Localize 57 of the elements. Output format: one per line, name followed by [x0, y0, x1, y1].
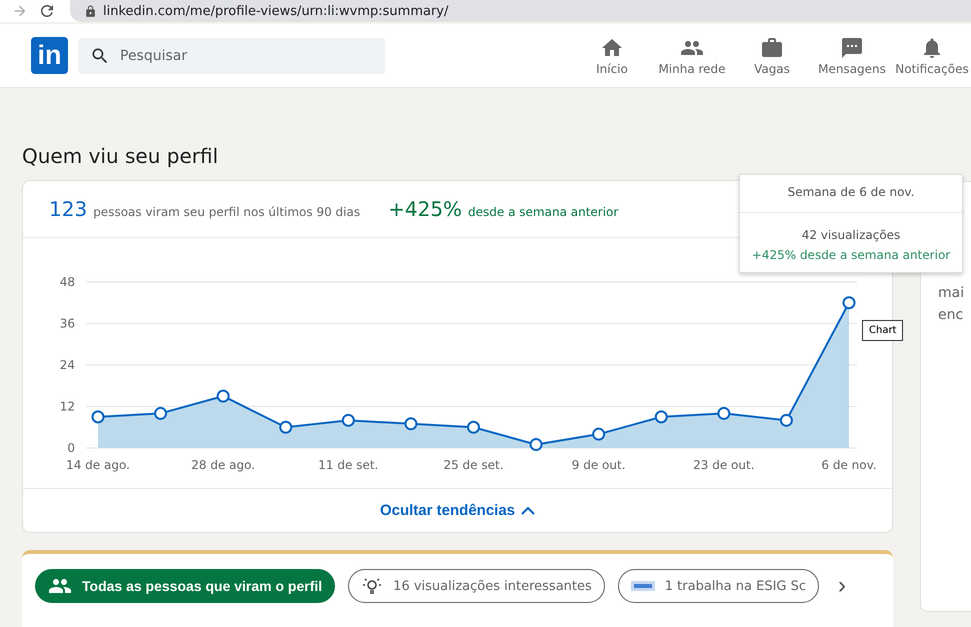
- y-tick-label: 48: [60, 275, 75, 289]
- x-tick-label: 11 de set.: [318, 458, 378, 472]
- side-card-text: enc: [938, 306, 964, 325]
- data-point[interactable]: [842, 296, 856, 310]
- x-tick-label: 23 de out.: [693, 458, 755, 472]
- nav-item[interactable]: Notificações: [893, 36, 971, 76]
- data-point[interactable]: [404, 417, 418, 430]
- nav-item[interactable]: Vagas: [733, 36, 811, 76]
- data-point[interactable]: [279, 420, 292, 434]
- x-tick-label: 25 de set.: [443, 458, 504, 472]
- data-point[interactable]: [154, 406, 168, 420]
- filter-pill[interactable]: 1 trabalha na ESIG Sc: [618, 569, 820, 603]
- y-tick-label: 0: [67, 441, 75, 455]
- filter-pill[interactable]: Todas as pessoas que viram o perfil: [35, 569, 336, 603]
- x-tick-label: 6 de nov.: [821, 458, 877, 472]
- next-button[interactable]: ›: [834, 569, 850, 603]
- view-count: 123: [49, 197, 88, 221]
- y-tick-label: 12: [60, 400, 75, 414]
- hide-trends-button[interactable]: Ocultar tendências: [23, 488, 892, 532]
- x-tick-label: 28 de ago.: [191, 458, 256, 472]
- logo[interactable]: in: [31, 37, 68, 74]
- lock-icon: [84, 4, 97, 18]
- side-card-text: mai: [938, 284, 966, 303]
- tooltip-title: Semana de 6 de nov.: [740, 175, 962, 213]
- change-percent: +425%: [388, 197, 462, 221]
- lightbulb-icon: [361, 576, 384, 596]
- nav-item[interactable]: Mensagens: [813, 36, 891, 76]
- search-icon: [90, 46, 110, 66]
- data-point[interactable]: [780, 414, 793, 427]
- filter-pill[interactable]: 16 visualizações interessantes: [348, 569, 605, 603]
- change-caption: desde a semana anterior: [468, 205, 618, 219]
- chat-icon: [840, 36, 864, 60]
- data-point[interactable]: [654, 410, 668, 424]
- x-tick-label: 9 de out.: [572, 458, 626, 472]
- y-tick-label: 36: [60, 316, 75, 330]
- data-point[interactable]: [216, 390, 230, 403]
- tooltip-change: +425% desde a semana anterior: [750, 248, 952, 262]
- address-bar[interactable]: linkedin.com/me/profile-views/urn:li:wvmp:summary/: [70, 0, 971, 22]
- data-point[interactable]: [717, 406, 730, 420]
- x-tick-label: 14 de ago.: [66, 458, 130, 472]
- nav-item[interactable]: Minha rede: [653, 36, 731, 76]
- hover-label: Chart: [862, 320, 904, 341]
- chevron-up-icon: [521, 506, 536, 515]
- page-title: Quem viu seu perfil: [22, 144, 220, 168]
- company-logo-icon: [630, 581, 655, 591]
- data-point[interactable]: [467, 420, 480, 434]
- view-count-caption: pessoas viram seu perfil nos últimos 90 dias: [93, 205, 360, 219]
- data-point[interactable]: [342, 414, 355, 427]
- nav-item[interactable]: Início: [573, 36, 651, 76]
- data-point[interactable]: [592, 428, 606, 441]
- data-point[interactable]: [92, 410, 104, 424]
- reload-icon[interactable]: [38, 2, 56, 20]
- search-field[interactable]: Pesquisar: [78, 38, 385, 74]
- data-point[interactable]: [530, 438, 543, 452]
- tooltip-views: 42 visualizações: [800, 228, 902, 242]
- briefcase-icon: [760, 36, 784, 60]
- y-tick-label: 24: [60, 358, 75, 372]
